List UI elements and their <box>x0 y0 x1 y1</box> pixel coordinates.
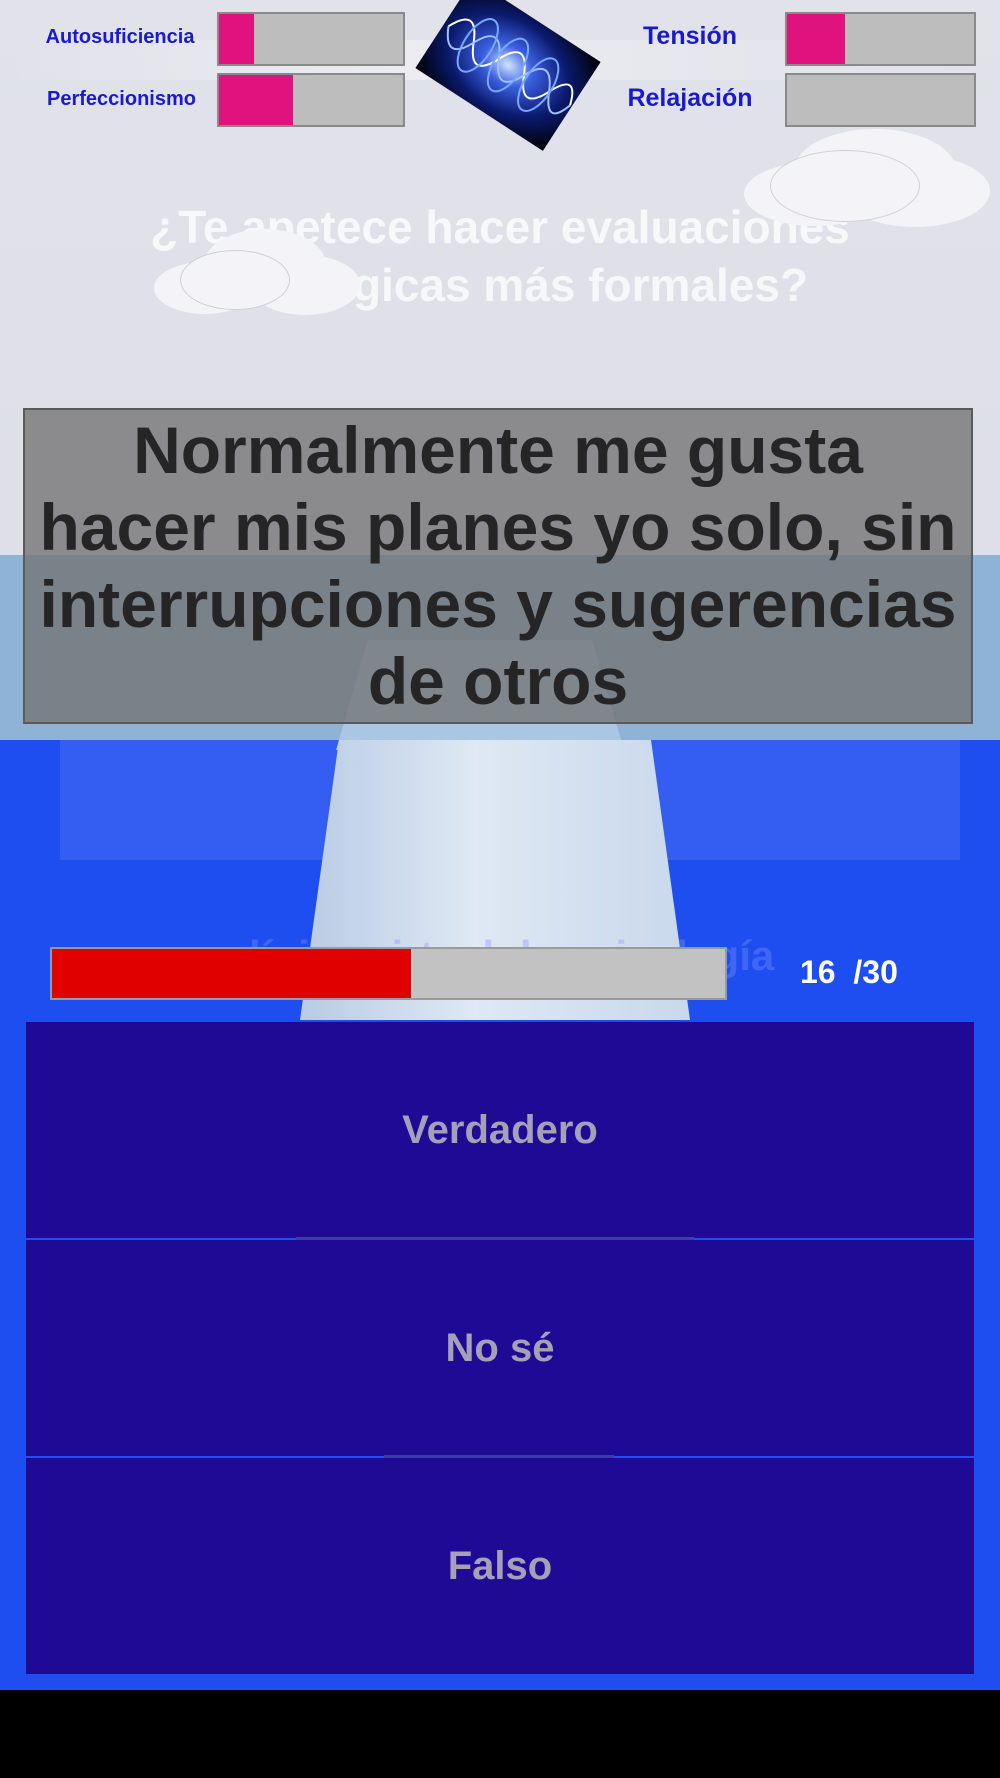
meter-fill-perfeccionismo <box>219 75 293 125</box>
meter-tension <box>785 12 976 66</box>
energy-waves-graphic <box>446 18 574 115</box>
meter-perfeccionismo <box>217 73 405 127</box>
meter-relajacion <box>785 73 976 127</box>
answer-button-no-se[interactable]: No sé <box>26 1240 974 1456</box>
stat-label-relajacion: Relajación <box>627 84 753 112</box>
stat-label-autosuficiencia: Autosuficiencia <box>45 26 195 48</box>
meter-fill-tension <box>787 14 845 64</box>
energy-waves-icon <box>415 0 601 151</box>
cloud-icon <box>180 250 290 310</box>
progress-bar <box>50 947 727 1000</box>
progress-bar-fill <box>52 949 411 998</box>
answer-button-verdadero[interactable]: Verdadero <box>26 1022 974 1238</box>
cloud-icon <box>770 150 920 222</box>
question-panel: Normalmente me gusta hacer mis planes yo… <box>23 408 973 724</box>
meter-fill-autosuficiencia <box>219 14 254 64</box>
answer-button-falso[interactable]: Falso <box>26 1458 974 1674</box>
answer-label-no-se: No sé <box>445 1325 555 1370</box>
answer-label-verdadero: Verdadero <box>402 1107 598 1152</box>
question-text: Normalmente me gusta hacer mis planes yo… <box>39 413 957 718</box>
meter-autosuficiencia <box>217 12 405 66</box>
answer-label-falso: Falso <box>447 1543 553 1588</box>
app-screen: ¿Te apetece hacer evaluaciones psicológi… <box>0 0 1000 1690</box>
progress-counter: 16 /30 <box>800 954 898 990</box>
stat-label-perfeccionismo: Perfeccionismo <box>47 88 196 110</box>
stat-label-tension: Tensión <box>643 22 737 50</box>
